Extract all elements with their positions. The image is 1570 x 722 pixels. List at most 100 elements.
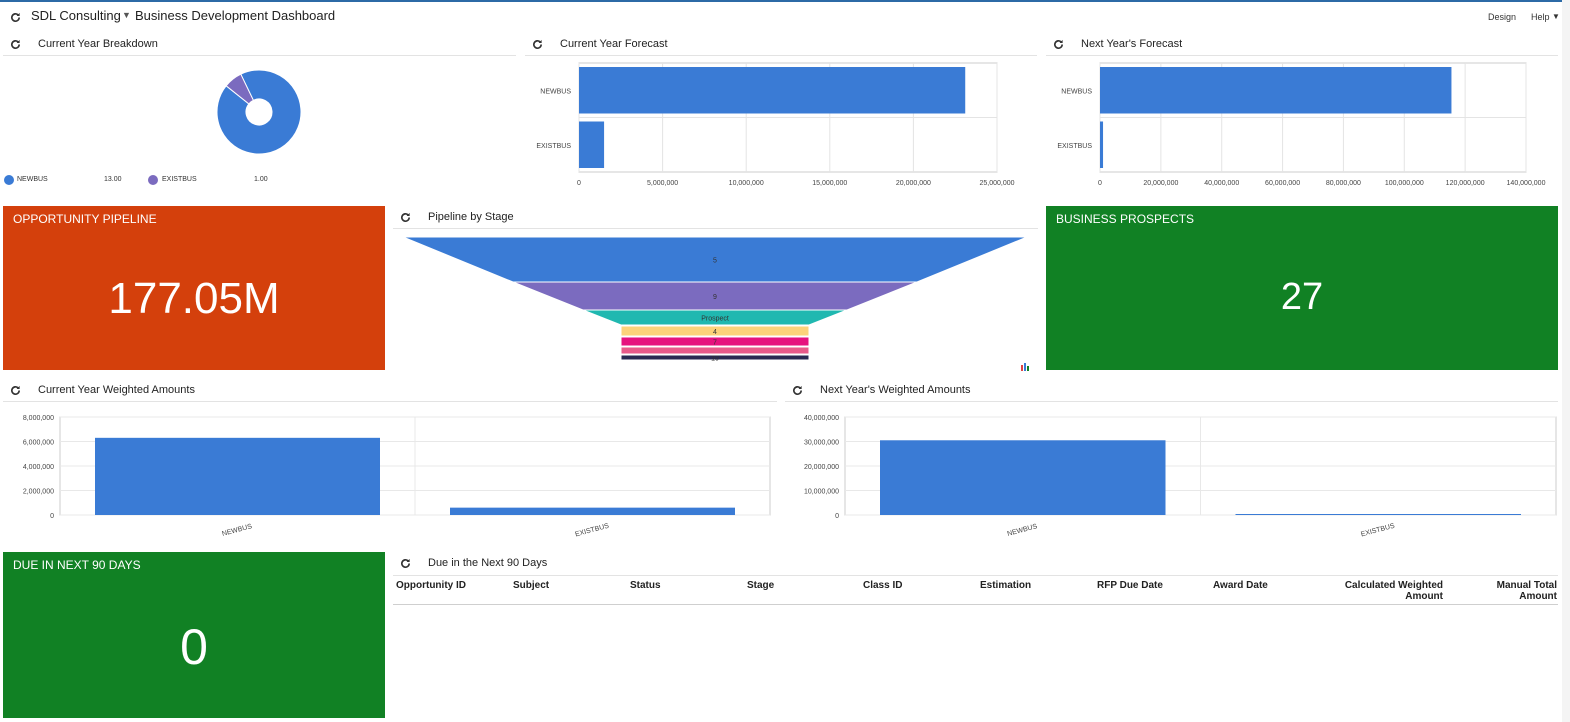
legend-value: 1.00 (254, 176, 268, 183)
y-tick-label: 8,000,000 (23, 415, 54, 422)
y-tick-label: 40,000,000 (804, 415, 839, 422)
y-tick-label: 10,000,000 (804, 489, 839, 496)
column-header-class-id[interactable]: Class ID (863, 580, 902, 591)
y-tick-label: 4,000,000 (23, 464, 54, 471)
column-header-calculated-weighted-amount[interactable]: Calculated Weighted Amount (1333, 580, 1443, 602)
current-year-weighted-chart: 0 2,000,000 4,000,000 6,000,000 8,000,000 NEW… (23, 415, 771, 539)
pie-legend: NEWBUS 13.00 EXISTBUS 1.00 (3, 174, 303, 190)
chart-export-icon[interactable] (1021, 358, 1030, 376)
funnel-label: Prospect (701, 316, 729, 323)
x-tick-label: EXISTBUS (1360, 523, 1396, 539)
bar-newbus (880, 440, 1166, 515)
widget-title: Due in the Next 90 Days (428, 557, 548, 569)
funnel-label: 10 (711, 356, 719, 363)
page-scrollbar[interactable] (1562, 0, 1570, 722)
y-tick-label: NEWBUS (540, 88, 571, 95)
funnel-segment (620, 346, 810, 355)
bar-existbus (450, 507, 735, 515)
business-prospects-tile[interactable]: BUSINESS PROSPECTS 27 (1046, 206, 1558, 370)
y-tick-label: 0 (50, 513, 54, 520)
x-tick-label: 10,000,000 (729, 180, 764, 187)
due-next-90-days-tile[interactable]: DUE IN NEXT 90 DAYS 0 (3, 552, 385, 718)
y-tick-label: 6,000,000 (23, 440, 54, 447)
column-header-stage[interactable]: Stage (747, 580, 774, 591)
bar-newbus (1100, 67, 1452, 114)
x-tick-label: 140,000,000 (1507, 180, 1546, 187)
kpi-value: 177.05M (108, 274, 280, 323)
bar-existbus (1235, 514, 1521, 515)
kpi-label: OPPORTUNITY PIPELINE (13, 212, 157, 226)
design-button[interactable]: Design (1488, 12, 1516, 22)
company-selector[interactable]: SDL Consulting (31, 8, 121, 23)
column-header-status[interactable]: Status (630, 580, 661, 591)
due-table-header: Opportunity ID Subject Status Stage Clas… (393, 575, 1558, 605)
bar-newbus (95, 437, 380, 515)
y-tick-label: 30,000,000 (804, 440, 839, 447)
next-year-forecast-widget: Next Year's Forecast 0 20,000,000 40,000,0… (1046, 34, 1558, 194)
y-tick-label: 20,000,000 (804, 464, 839, 471)
x-tick-label: 0 (577, 180, 581, 187)
column-header-opportunity-id[interactable]: Opportunity ID (396, 580, 466, 591)
next-year-weighted-chart: 0 10,000,000 20,000,000 30,000,000 40,000,00… (804, 415, 1557, 539)
x-tick-label: 100,000,000 (1385, 180, 1424, 187)
y-tick-label: 0 (835, 513, 839, 520)
legend-value: 13.00 (104, 176, 122, 183)
help-menu[interactable]: Help (1531, 12, 1550, 22)
funnel-label: 7 (713, 340, 717, 347)
bar-existbus (579, 121, 605, 168)
refresh-icon[interactable] (10, 10, 21, 28)
y-tick-label: EXISTBUS (536, 143, 571, 150)
x-tick-label: EXISTBUS (574, 523, 610, 539)
x-tick-label: 120,000,000 (1446, 180, 1485, 187)
kpi-label: BUSINESS PROSPECTS (1056, 212, 1195, 226)
top-bar: SDL Consulting ▼ Business Development Da… (0, 0, 1570, 30)
current-year-forecast-chart: 0 5,000,000 10,000,000 15,000,000 20,000,000… (536, 62, 1015, 187)
legend-swatch-existbus (148, 175, 158, 185)
current-year-weighted-widget: Current Year Weighted Amounts 0 2,000,000… (3, 380, 777, 540)
x-tick-label: 60,000,000 (1265, 180, 1300, 187)
pipeline-funnel-chart: 5 9 Prospect 4 7 10 (402, 236, 1028, 363)
widget-header: Due in the Next 90 Days (393, 553, 1558, 575)
x-tick-label: 0 (1098, 180, 1102, 187)
x-tick-label: NEWBUS (1007, 523, 1039, 538)
legend-label: NEWBUS (17, 176, 48, 183)
current-year-forecast-widget: Current Year Forecast 0 5,000,000 10,000,0… (525, 34, 1037, 194)
y-tick-label: EXISTBUS (1057, 143, 1092, 150)
y-tick-label: NEWBUS (1061, 88, 1092, 95)
kpi-value: 27 (1280, 276, 1324, 318)
pipeline-by-stage-widget: Pipeline by Stage 5 9 Prospect 4 7 10 (393, 207, 1038, 371)
chevron-down-icon[interactable]: ▼ (122, 10, 131, 20)
y-tick-label: 2,000,000 (23, 489, 54, 496)
funnel-label: 5 (713, 258, 717, 265)
legend-swatch-newbus (4, 175, 14, 185)
x-tick-label: 5,000,000 (647, 180, 678, 187)
x-tick-label: 15,000,000 (812, 180, 847, 187)
x-tick-label: 80,000,000 (1326, 180, 1361, 187)
funnel-label: 9 (713, 294, 717, 301)
bar-newbus (579, 67, 966, 114)
x-tick-label: 25,000,000 (979, 180, 1014, 187)
kpi-label: DUE IN NEXT 90 DAYS (13, 558, 141, 572)
due-next-90-days-widget: Due in the Next 90 Days (393, 553, 1558, 575)
current-year-breakdown-widget: Current Year Breakdown NEWBUS 13.00 EXIS… (3, 34, 516, 194)
column-header-subject[interactable]: Subject (513, 580, 549, 591)
bar-existbus (1100, 121, 1104, 168)
column-header-award-date[interactable]: Award Date (1213, 580, 1268, 591)
opportunity-pipeline-tile[interactable]: OPPORTUNITY PIPELINE 177.05M (3, 206, 385, 370)
x-tick-label: 20,000,000 (1143, 180, 1178, 187)
next-year-forecast-chart: 0 20,000,000 40,000,000 60,000,000 80,000,00… (1057, 62, 1546, 187)
x-tick-label: 40,000,000 (1204, 180, 1239, 187)
chevron-down-icon[interactable]: ▼ (1552, 12, 1560, 21)
x-tick-label: 20,000,000 (896, 180, 931, 187)
page-title: Business Development Dashboard (135, 8, 336, 23)
column-header-estimation[interactable]: Estimation (980, 580, 1031, 591)
legend-label: EXISTBUS (162, 176, 197, 183)
funnel-label: 4 (713, 329, 717, 336)
refresh-icon[interactable] (400, 558, 411, 569)
kpi-value: 0 (180, 619, 208, 675)
breakdown-pie-chart (216, 69, 302, 155)
next-year-weighted-widget: Next Year's Weighted Amounts 0 10,000,000… (785, 380, 1558, 540)
x-tick-label: NEWBUS (221, 523, 253, 538)
column-header-rfp-due-date[interactable]: RFP Due Date (1097, 580, 1163, 591)
column-header-manual-total-amount[interactable]: Manual Total Amount (1457, 580, 1557, 602)
